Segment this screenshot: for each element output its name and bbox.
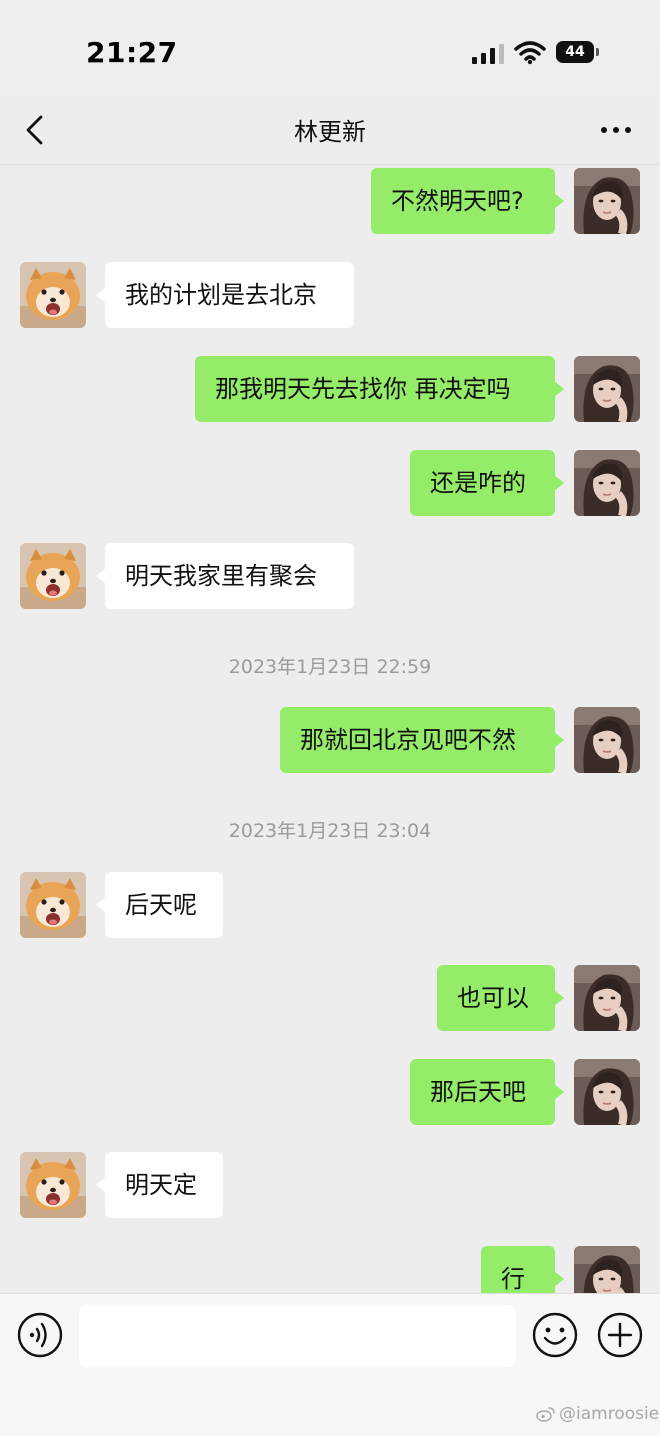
contact-avatar[interactable]: [20, 1152, 86, 1218]
message-bubble[interactable]: 明天我家里有聚会: [96, 543, 354, 609]
battery-icon: 44: [556, 41, 600, 65]
message-bubble[interactable]: 也可以: [437, 965, 564, 1031]
incoming-message: 明天我家里有聚会: [0, 543, 660, 609]
contact-avatar[interactable]: [20, 872, 86, 938]
message-list[interactable]: 不然明天吧? 我的计划是去北京 那我明天先去找你 再决定吗 还是咋的 明天我家里…: [0, 165, 660, 1293]
message-bubble[interactable]: 那后天吧: [410, 1059, 564, 1125]
my-avatar[interactable]: [574, 450, 640, 516]
my-avatar[interactable]: [574, 1059, 640, 1125]
outgoing-message: 不然明天吧?: [0, 168, 660, 234]
outgoing-message: 那我明天先去找你 再决定吗: [0, 356, 660, 422]
more-dots-icon[interactable]: [596, 110, 636, 150]
chat-header: 林更新: [0, 100, 660, 165]
outgoing-message: 那后天吧: [0, 1059, 660, 1125]
incoming-message: 明天定: [0, 1152, 660, 1218]
my-avatar[interactable]: [574, 168, 640, 234]
outgoing-message: 那就回北京见吧不然: [0, 707, 660, 773]
outgoing-message: 还是咋的: [0, 450, 660, 516]
contact-avatar[interactable]: [20, 543, 86, 609]
status-time: 21:27: [86, 36, 178, 69]
input-bar: @iamroosie: [0, 1293, 660, 1436]
emoji-icon[interactable]: [532, 1312, 578, 1358]
outgoing-message: 也可以: [0, 965, 660, 1031]
message-bubble[interactable]: 那就回北京见吧不然: [280, 707, 564, 773]
my-avatar[interactable]: [574, 707, 640, 773]
watermark: @iamroosie: [536, 1404, 659, 1424]
battery-level: 44: [556, 41, 594, 63]
message-timestamp: 2023年1月23日 23:04: [228, 820, 432, 842]
voice-icon[interactable]: [17, 1312, 63, 1358]
message-bubble[interactable]: 我的计划是去北京: [96, 262, 354, 328]
wifi-icon: [514, 41, 546, 65]
message-bubble[interactable]: 那我明天先去找你 再决定吗: [195, 356, 564, 422]
plus-icon[interactable]: [597, 1312, 643, 1358]
outgoing-message: 行: [0, 1246, 660, 1293]
chevron-left-icon[interactable]: [16, 110, 56, 150]
status-bar: 21:27 44: [0, 0, 660, 100]
incoming-message: 后天呢: [0, 872, 660, 938]
watermark-text: @iamroosie: [559, 1404, 660, 1424]
message-input[interactable]: [79, 1305, 516, 1367]
contact-avatar[interactable]: [20, 262, 86, 328]
message-timestamp: 2023年1月23日 22:59: [228, 656, 432, 678]
contact-name: 林更新: [294, 118, 366, 146]
incoming-message: 我的计划是去北京: [0, 262, 660, 328]
cellular-signal-icon: [472, 44, 504, 64]
message-bubble[interactable]: 不然明天吧?: [371, 168, 564, 234]
message-bubble[interactable]: 还是咋的: [410, 450, 564, 516]
my-avatar[interactable]: [574, 356, 640, 422]
my-avatar[interactable]: [574, 965, 640, 1031]
message-bubble[interactable]: 行: [481, 1246, 564, 1293]
message-bubble[interactable]: 明天定: [96, 1152, 223, 1218]
message-bubble[interactable]: 后天呢: [96, 872, 223, 938]
my-avatar[interactable]: [574, 1246, 640, 1293]
weibo-logo-icon: [536, 1407, 555, 1422]
